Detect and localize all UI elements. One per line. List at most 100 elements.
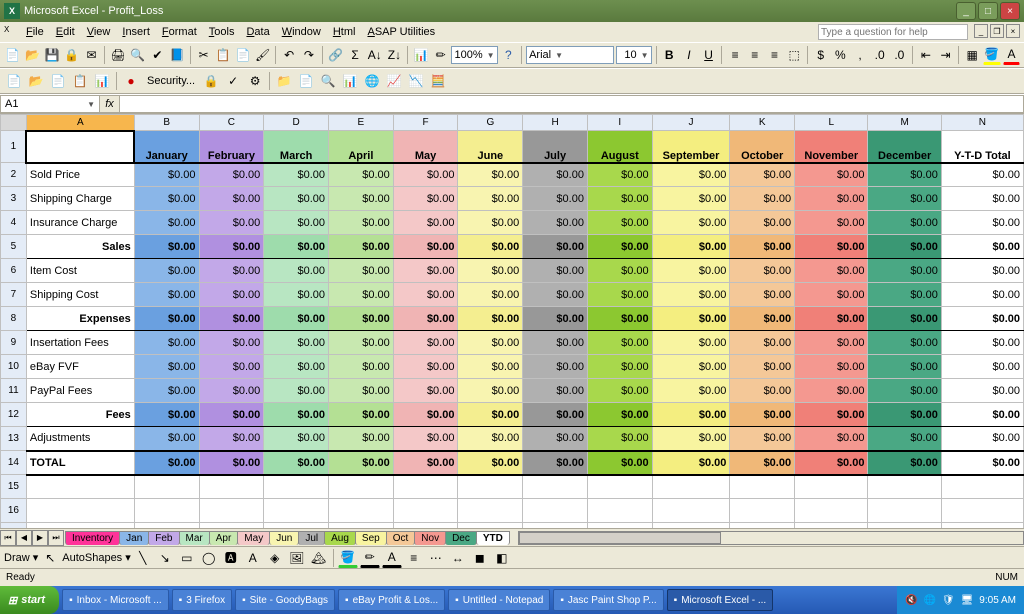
cell[interactable]: $0.00 — [393, 427, 458, 451]
cell[interactable]: $0.00 — [134, 307, 199, 331]
cell[interactable]: $0.00 — [134, 427, 199, 451]
cell[interactable] — [134, 475, 199, 499]
cell[interactable]: $0.00 — [523, 235, 588, 259]
cell[interactable] — [587, 475, 652, 499]
shadow-icon[interactable]: ◼ — [470, 548, 490, 568]
cell[interactable]: $0.00 — [941, 163, 1023, 187]
cell[interactable]: $0.00 — [587, 211, 652, 235]
col-header-F[interactable]: F — [393, 115, 458, 131]
cell[interactable]: $0.00 — [730, 331, 795, 355]
row-label[interactable]: Item Cost — [26, 259, 134, 283]
cell[interactable]: $0.00 — [264, 427, 329, 451]
col-header-H[interactable]: H — [523, 115, 588, 131]
select-objects-icon[interactable]: ↖ — [40, 548, 60, 568]
tb2-icon-13[interactable]: 🌐 — [362, 71, 382, 91]
cell[interactable]: $0.00 — [458, 451, 523, 475]
row-label[interactable]: Shipping Cost — [26, 283, 134, 307]
cell[interactable] — [329, 499, 394, 523]
arrow-style-icon[interactable]: ↔ — [448, 548, 468, 568]
cell[interactable]: $0.00 — [199, 379, 264, 403]
align-center-icon[interactable]: ≡ — [746, 45, 764, 65]
cell[interactable]: $0.00 — [652, 379, 730, 403]
cell[interactable] — [730, 475, 795, 499]
cell[interactable]: $0.00 — [264, 403, 329, 427]
col-header-I[interactable]: I — [587, 115, 652, 131]
cell[interactable]: $0.00 — [652, 355, 730, 379]
permission-icon[interactable]: 🔒 — [63, 45, 81, 65]
cell[interactable]: $0.00 — [264, 355, 329, 379]
cell[interactable] — [393, 499, 458, 523]
sheet-tab-apr[interactable]: Apr — [209, 531, 239, 545]
row-header-1[interactable]: 1 — [1, 131, 27, 163]
cell[interactable]: $0.00 — [264, 259, 329, 283]
cell[interactable]: $0.00 — [264, 307, 329, 331]
month-header-april[interactable]: April — [329, 131, 394, 163]
month-header-november[interactable]: November — [795, 131, 868, 163]
start-button[interactable]: ⊞ start — [0, 586, 59, 614]
row-header-4[interactable]: 4 — [1, 211, 27, 235]
row-header-3[interactable]: 3 — [1, 187, 27, 211]
cell[interactable] — [652, 499, 730, 523]
cell[interactable]: $0.00 — [868, 379, 941, 403]
tb2-icon-11[interactable]: 🔍 — [318, 71, 338, 91]
cell[interactable]: $0.00 — [941, 451, 1023, 475]
align-left-icon[interactable]: ≡ — [726, 45, 744, 65]
row-label[interactable]: Sales — [26, 235, 134, 259]
sheet-tab-nov[interactable]: Nov — [414, 531, 446, 545]
tray-icon[interactable]: 🖥 — [961, 595, 974, 606]
taskbar-button[interactable]: ▪3 Firefox — [172, 589, 232, 611]
row-header-6[interactable]: 6 — [1, 259, 27, 283]
cell[interactable] — [730, 499, 795, 523]
taskbar-button[interactable]: ▪Microsoft Excel - ... — [667, 589, 774, 611]
row-label[interactable]: PayPal Fees — [26, 379, 134, 403]
month-header-september[interactable]: September — [652, 131, 730, 163]
doc-restore-button[interactable]: ❐ — [990, 24, 1004, 38]
cell[interactable]: $0.00 — [393, 403, 458, 427]
menu-view[interactable]: View — [81, 24, 117, 40]
cell[interactable]: $0.00 — [795, 307, 868, 331]
cell[interactable]: $0.00 — [329, 307, 394, 331]
cell[interactable]: $0.00 — [795, 235, 868, 259]
redo-icon[interactable]: ↷ — [300, 45, 318, 65]
autosum-icon[interactable]: Σ — [346, 45, 364, 65]
font-size-select[interactable]: 10▼ — [616, 46, 652, 64]
cell[interactable]: $0.00 — [941, 355, 1023, 379]
cell[interactable]: $0.00 — [730, 259, 795, 283]
cell[interactable]: $0.00 — [730, 187, 795, 211]
cell[interactable]: $0.00 — [199, 163, 264, 187]
help-icon[interactable]: ? — [500, 45, 518, 65]
hyperlink-icon[interactable]: 🔗 — [327, 45, 345, 65]
cell[interactable]: $0.00 — [587, 379, 652, 403]
cell[interactable]: $0.00 — [458, 187, 523, 211]
cell[interactable]: $0.00 — [652, 163, 730, 187]
cell[interactable] — [329, 475, 394, 499]
row-header-13[interactable]: 13 — [1, 427, 27, 451]
tb2-icon-4[interactable]: 📋 — [70, 71, 90, 91]
sheet-tab-aug[interactable]: Aug — [324, 531, 356, 545]
tab-nav-last[interactable]: ⏭ — [48, 530, 64, 546]
cell[interactable] — [26, 499, 134, 523]
cell[interactable]: $0.00 — [730, 403, 795, 427]
cell[interactable]: $0.00 — [868, 211, 941, 235]
cell[interactable]: $0.00 — [134, 211, 199, 235]
row-header-12[interactable]: 12 — [1, 403, 27, 427]
cell[interactable]: $0.00 — [587, 403, 652, 427]
cell[interactable]: $0.00 — [730, 163, 795, 187]
tb2-icon-10[interactable]: 📄 — [296, 71, 316, 91]
cell[interactable]: $0.00 — [523, 379, 588, 403]
month-header-y-t-d total[interactable]: Y-T-D Total — [941, 131, 1023, 163]
font-color2-icon[interactable]: A — [382, 548, 402, 568]
cell[interactable]: $0.00 — [941, 379, 1023, 403]
cell[interactable]: $0.00 — [329, 403, 394, 427]
cell[interactable]: $0.00 — [941, 187, 1023, 211]
cell[interactable]: $0.00 — [329, 379, 394, 403]
tab-nav-first[interactable]: ⏮ — [0, 530, 16, 546]
minimize-button[interactable]: _ — [956, 2, 976, 20]
mail-icon[interactable]: ✉ — [83, 45, 101, 65]
row-label[interactable]: Insurance Charge — [26, 211, 134, 235]
cell[interactable]: $0.00 — [652, 451, 730, 475]
cell[interactable]: $0.00 — [868, 355, 941, 379]
tb2-icon-9[interactable]: 📁 — [274, 71, 294, 91]
row-label[interactable]: Sold Price — [26, 163, 134, 187]
cell[interactable]: $0.00 — [134, 283, 199, 307]
